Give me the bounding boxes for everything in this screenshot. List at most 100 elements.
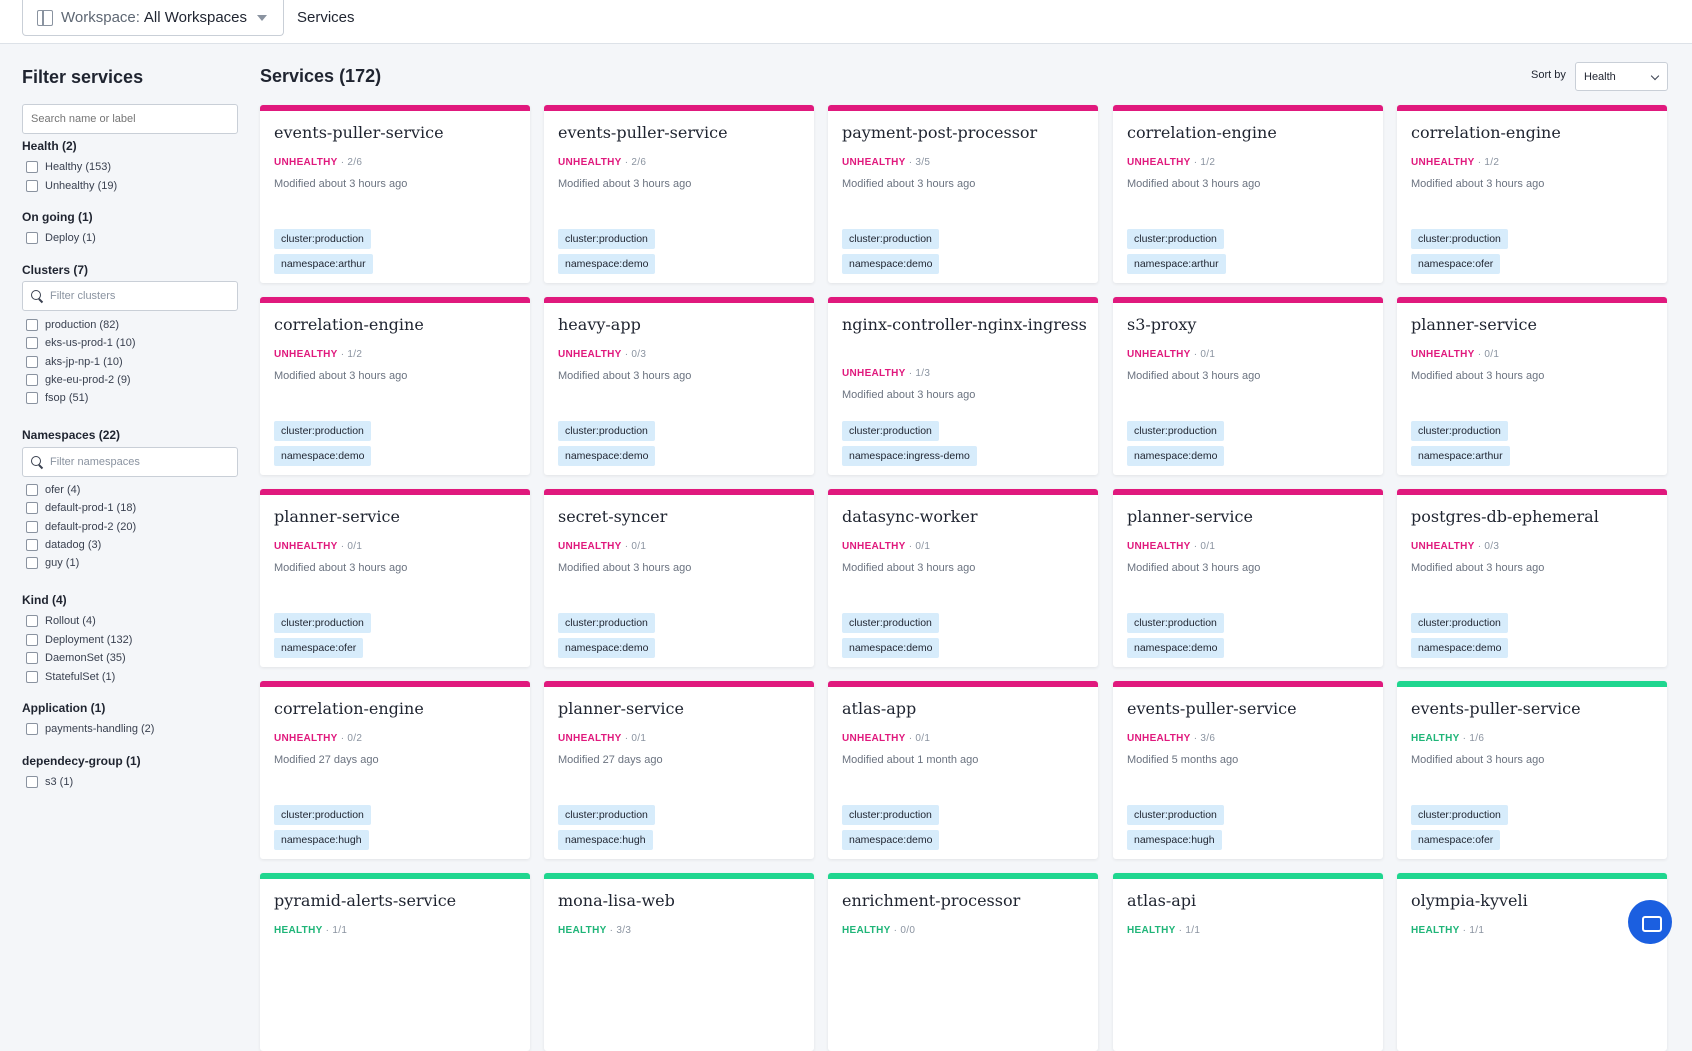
cluster-tag[interactable]: cluster:production xyxy=(842,613,939,633)
namespace-tag[interactable]: namespace:demo xyxy=(558,254,656,274)
cluster-tag[interactable]: cluster:production xyxy=(558,613,655,633)
service-card[interactable]: payment-post-processor UNHEALTHY · 3/5 Mod… xyxy=(828,105,1098,283)
service-card[interactable]: mona-lisa-web HEALTHY · 3/3 xyxy=(544,873,814,1051)
filter-option-clusters[interactable]: production (82) xyxy=(26,319,119,331)
service-card[interactable]: nginx-controller-nginx-ingress UNHEALTHY … xyxy=(828,297,1098,475)
checkbox[interactable] xyxy=(26,652,38,664)
namespace-tag[interactable]: namespace:demo xyxy=(842,638,940,658)
namespace-tag[interactable]: namespace:demo xyxy=(1127,638,1225,658)
namespace-tag[interactable]: namespace:ofer xyxy=(1411,254,1501,274)
namespace-tag[interactable]: namespace:demo xyxy=(842,830,940,850)
service-card[interactable]: correlation-engine UNHEALTHY · 1/2 Modifie… xyxy=(1397,105,1667,283)
checkbox[interactable] xyxy=(26,520,38,533)
checkbox[interactable] xyxy=(26,633,38,646)
cluster-tag[interactable]: cluster:production xyxy=(274,229,371,249)
service-card[interactable]: planner-service UNHEALTHY · 0/1 Modified 2… xyxy=(544,681,814,859)
filter-option-kind[interactable]: DaemonSet (35) xyxy=(26,652,126,664)
filter-option-ongoing[interactable]: Deploy (1) xyxy=(26,232,96,244)
cluster-tag[interactable]: cluster:production xyxy=(1411,613,1508,633)
namespace-tag[interactable]: namespace:demo xyxy=(558,446,656,466)
filter-option-namespaces[interactable]: default-prod-1 (18) xyxy=(26,502,136,515)
checkbox[interactable] xyxy=(26,484,38,496)
service-card[interactable]: atlas-api HEALTHY · 1/1 xyxy=(1113,873,1383,1051)
cluster-tag[interactable]: cluster:production xyxy=(558,805,655,825)
namespace-tag[interactable]: namespace:hugh xyxy=(274,830,369,850)
namespace-tag[interactable]: namespace:demo xyxy=(558,638,656,658)
service-card[interactable]: enrichment-processor HEALTHY · 0/0 xyxy=(828,873,1098,1051)
namespace-tag[interactable]: namespace:ingress-demo xyxy=(842,446,977,466)
service-card[interactable]: events-puller-service HEALTHY · 1/6 Modifi… xyxy=(1397,681,1667,859)
checkbox[interactable] xyxy=(26,179,38,192)
service-card[interactable]: heavy-app UNHEALTHY · 0/3 Modified about 3… xyxy=(544,297,814,475)
filter-option-health[interactable]: Healthy (153) xyxy=(26,161,111,173)
namespace-tag[interactable]: namespace:demo xyxy=(274,446,372,466)
checkbox[interactable] xyxy=(26,615,38,627)
sort-select[interactable]: Health xyxy=(1575,62,1668,91)
checkbox[interactable] xyxy=(26,161,38,173)
filter-option-namespaces[interactable]: datadog (3) xyxy=(26,538,101,551)
service-card[interactable]: events-puller-service UNHEALTHY · 2/6 Modi… xyxy=(260,105,530,283)
cluster-tag[interactable]: cluster:production xyxy=(842,229,939,249)
filter-option-namespaces[interactable]: default-prod-2 (20) xyxy=(26,520,136,533)
service-card[interactable]: olympia-kyveli HEALTHY · 1/1 xyxy=(1397,873,1667,1051)
cluster-tag[interactable]: cluster:production xyxy=(558,421,655,441)
service-card[interactable]: pyramid-alerts-service HEALTHY · 1/1 xyxy=(260,873,530,1051)
filter-option-clusters[interactable]: eks-us-prod-1 (10) xyxy=(26,337,135,350)
service-card[interactable]: events-puller-service UNHEALTHY · 3/6 Modi… xyxy=(1113,681,1383,859)
namespace-tag[interactable]: namespace:demo xyxy=(1127,446,1225,466)
filter-option-namespaces[interactable]: ofer (4) xyxy=(26,484,80,496)
cluster-tag[interactable]: cluster:production xyxy=(1411,421,1508,441)
namespace-tag[interactable]: namespace:hugh xyxy=(1127,830,1222,850)
cluster-tag[interactable]: cluster:production xyxy=(274,613,371,633)
cluster-tag[interactable]: cluster:production xyxy=(558,229,655,249)
filter-option-dependency[interactable]: s3 (1) xyxy=(26,776,73,788)
namespace-tag[interactable]: namespace:ofer xyxy=(274,638,364,658)
service-card[interactable]: correlation-engine UNHEALTHY · 1/2 Modifie… xyxy=(260,297,530,475)
checkbox[interactable] xyxy=(26,502,38,515)
clusters-filter-input[interactable]: Filter clusters xyxy=(22,281,238,311)
checkbox[interactable] xyxy=(26,723,38,735)
filter-option-namespaces[interactable]: guy (1) xyxy=(26,557,79,570)
cluster-tag[interactable]: cluster:production xyxy=(274,805,371,825)
checkbox[interactable] xyxy=(26,538,38,551)
checkbox[interactable] xyxy=(26,392,38,405)
service-card[interactable]: datasync-worker UNHEALTHY · 0/1 Modified a… xyxy=(828,489,1098,667)
checkbox[interactable] xyxy=(26,557,38,570)
service-card[interactable]: secret-syncer UNHEALTHY · 0/1 Modified abo… xyxy=(544,489,814,667)
filter-option-kind[interactable]: Deployment (132) xyxy=(26,633,132,646)
cluster-tag[interactable]: cluster:production xyxy=(842,421,939,441)
checkbox[interactable] xyxy=(26,337,38,350)
chat-button[interactable] xyxy=(1628,900,1672,944)
service-card[interactable]: planner-service UNHEALTHY · 0/1 Modified a… xyxy=(1397,297,1667,475)
service-card[interactable]: correlation-engine UNHEALTHY · 0/2 Modifie… xyxy=(260,681,530,859)
checkbox[interactable] xyxy=(26,776,38,788)
search-input[interactable] xyxy=(22,104,238,134)
checkbox[interactable] xyxy=(26,670,38,683)
filter-option-kind[interactable]: StatefulSet (1) xyxy=(26,670,115,683)
filter-option-health[interactable]: Unhealthy (19) xyxy=(26,179,117,192)
namespace-tag[interactable]: namespace:demo xyxy=(1411,638,1509,658)
service-card[interactable]: planner-service UNHEALTHY · 0/1 Modified a… xyxy=(260,489,530,667)
cluster-tag[interactable]: cluster:production xyxy=(1127,421,1224,441)
checkbox[interactable] xyxy=(26,232,38,244)
cluster-tag[interactable]: cluster:production xyxy=(1411,805,1508,825)
checkbox[interactable] xyxy=(26,373,38,386)
checkbox[interactable] xyxy=(26,355,38,368)
workspace-select[interactable]: Workspace: All Workspaces xyxy=(22,0,284,36)
service-card[interactable]: events-puller-service UNHEALTHY · 2/6 Modi… xyxy=(544,105,814,283)
namespace-tag[interactable]: namespace:hugh xyxy=(558,830,653,850)
cluster-tag[interactable]: cluster:production xyxy=(1127,229,1224,249)
service-card[interactable]: atlas-app UNHEALTHY · 0/1 Modified about 1… xyxy=(828,681,1098,859)
checkbox[interactable] xyxy=(26,319,38,331)
service-card[interactable]: correlation-engine UNHEALTHY · 1/2 Modifie… xyxy=(1113,105,1383,283)
cluster-tag[interactable]: cluster:production xyxy=(842,805,939,825)
namespaces-filter-input[interactable]: Filter namespaces xyxy=(22,447,238,477)
filter-option-kind[interactable]: Rollout (4) xyxy=(26,615,96,627)
filter-option-clusters[interactable]: fsop (51) xyxy=(26,392,88,405)
cluster-tag[interactable]: cluster:production xyxy=(274,421,371,441)
filter-option-clusters[interactable]: aks-jp-np-1 (10) xyxy=(26,355,123,368)
filter-option-application[interactable]: payments-handling (2) xyxy=(26,723,154,735)
cluster-tag[interactable]: cluster:production xyxy=(1127,805,1224,825)
filter-option-clusters[interactable]: gke-eu-prod-2 (9) xyxy=(26,373,131,386)
cluster-tag[interactable]: cluster:production xyxy=(1411,229,1508,249)
